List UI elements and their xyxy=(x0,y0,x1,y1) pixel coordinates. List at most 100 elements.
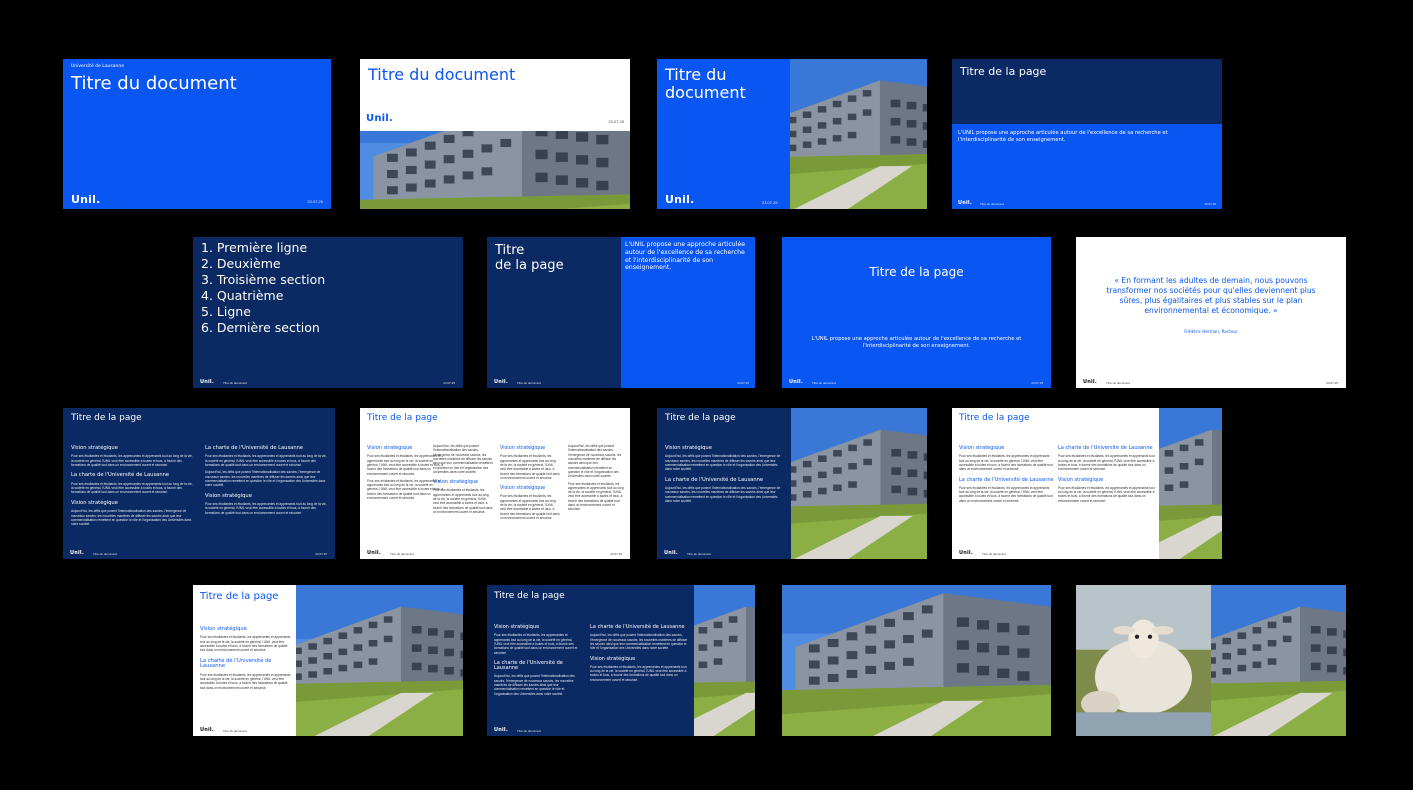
body-text: Aujourd'hui, les défis que posent l'inte… xyxy=(590,633,688,651)
body-text: Pour ses étudiantes et étudiants, les ap… xyxy=(500,454,560,480)
unil-logo: Unil. xyxy=(366,113,393,124)
slide-content-columns-photo[interactable]: Titre de la page Vision stratégique Pour… xyxy=(487,585,755,736)
toc-item-1: 1. Première ligne xyxy=(201,240,308,255)
toc-item-4: 4. Quatrième xyxy=(201,288,284,303)
unil-logo: Unil. xyxy=(665,193,695,206)
slide-title: Titre de la page xyxy=(869,265,964,279)
slide-quote[interactable]: « En formant les adultes de demain, nous… xyxy=(1076,237,1346,388)
body-text: Pour ses étudiantes et étudiants, les ap… xyxy=(71,454,193,468)
unil-logo: Unil. xyxy=(494,727,508,733)
heading-charte: La charte de l'Université de Lausanne xyxy=(665,476,764,483)
unil-logo: Unil. xyxy=(200,727,214,733)
slide-content-two-columns[interactable]: Titre de la page Vision stratégique Pour… xyxy=(63,408,335,559)
slide-table-of-contents[interactable]: 1. Première ligne 2. Deuxième 3. Troisiè… xyxy=(193,237,463,388)
intro-text: L'UNIL propose une approche articulée au… xyxy=(625,241,746,272)
heading-vision: Vision stratégique xyxy=(1058,476,1104,483)
unil-logo: Unil. xyxy=(70,550,84,556)
slide-cover-split-photo[interactable]: Titre du document Unil. 23.07.25 xyxy=(657,59,927,209)
footer-title: Titre du document xyxy=(93,552,118,556)
footer-title: Titre du document xyxy=(812,381,837,385)
unil-logo: Unil. xyxy=(789,379,803,385)
heading-charte: La charte de l'Université de Lausanne xyxy=(1058,445,1153,451)
unil-logo: Unil. xyxy=(959,550,973,556)
heading-vision: Vision stratégique xyxy=(494,624,540,630)
unil-logo: Unil. xyxy=(200,379,214,385)
column-1: Vision stratégique Pour ses étudiantes e… xyxy=(959,440,1055,503)
body-text: Pour ses étudiantes et étudiants, les ap… xyxy=(1058,485,1155,503)
heading-vision: Vision stratégique xyxy=(959,445,1005,451)
column-text: Vision stratégique Pour ses étudiantes e… xyxy=(200,621,292,690)
heading-charte: La charte de l'Université de Lausanne xyxy=(959,476,1054,483)
sheep-photo xyxy=(1076,585,1211,736)
column-left: Vision stratégique Pour ses étudiantes e… xyxy=(71,440,193,526)
footer-title: Titre du document xyxy=(223,729,248,733)
slide-date: 23.07.25 xyxy=(610,552,622,556)
unil-logo: Unil. xyxy=(71,193,101,206)
unil-logo: Unil. xyxy=(1083,379,1097,385)
footer-title: Titre du document xyxy=(517,381,542,385)
body-text: Aujourd'hui, les défis que posent l'inte… xyxy=(433,444,493,474)
slide-date: 23.07.25 xyxy=(737,381,749,385)
slide-full-photo[interactable] xyxy=(782,585,1051,736)
slide-title-centered[interactable]: Titre de la page L'UNIL propose une appr… xyxy=(782,237,1051,388)
body-text: Pour ses étudiantes et étudiants, les ap… xyxy=(959,485,1053,503)
slide-title: Titre de la page xyxy=(665,413,736,423)
unil-logo: Unil. xyxy=(958,200,972,206)
toc-item-2: 2. Deuxième xyxy=(201,256,281,271)
heading-charte: La charte de l'Université de Lausanne xyxy=(590,624,685,630)
slide-content-three-columns[interactable]: Titre de la page Vision stratégique Pour… xyxy=(360,408,630,559)
column-2: La charte de l'Université de Lausanne Au… xyxy=(590,619,690,682)
footer-title: Titre du document xyxy=(1106,381,1131,385)
intro-band: L'UNIL propose une approche articulée au… xyxy=(952,124,1222,209)
footer-title: Titre du document xyxy=(982,552,1007,556)
column-right: La charte de l'Université de Lausanne Po… xyxy=(205,440,327,515)
slide-cover-blue[interactable]: Université de Lausanne Titre du document… xyxy=(63,59,331,209)
column-2: La charte de l'Université de Lausanne Po… xyxy=(1058,440,1156,503)
slide-two-photos[interactable] xyxy=(1076,585,1346,736)
slide-title: Titre de la page xyxy=(71,413,142,423)
slide-date: 23.07.25 xyxy=(307,199,323,204)
campus-photo xyxy=(1159,408,1222,559)
body-text: Pour ses étudiantes et étudiants, les ap… xyxy=(1058,454,1155,472)
intro-panel: L'UNIL propose une approche articulée au… xyxy=(621,237,755,388)
slide-date: 23.07.25 xyxy=(608,119,624,124)
body-text: Pour ses étudiantes et étudiants, les ap… xyxy=(568,481,624,512)
toc-item-3: 3. Troisième section xyxy=(201,272,326,287)
campus-photo xyxy=(782,585,1051,736)
heading-vision: Vision stratégique xyxy=(590,655,636,662)
unil-logo: Unil. xyxy=(367,550,381,556)
intro-text: L'UNIL propose une approche articulée au… xyxy=(811,336,1022,349)
body-text: Aujourd'hui, les défis que posent l'inte… xyxy=(665,486,781,504)
quote-text: « En formant les adultes de demain, nous… xyxy=(1106,276,1316,315)
body-text: Pour ses étudiantes et étudiants, les ap… xyxy=(500,494,560,520)
slide-date: 23.07.25 xyxy=(1326,381,1338,385)
body-text: Pour ses étudiantes et étudiants, les ap… xyxy=(71,481,193,495)
column-2: Aujourd'hui, les défis que posent l'inte… xyxy=(433,444,493,514)
slide-content-photo[interactable]: Titre de la page Vision stratégique Aujo… xyxy=(657,408,927,559)
body-text: Aujourd'hui, les défis que posent l'inte… xyxy=(568,444,622,479)
slide-date: 23.07.25 xyxy=(315,552,327,556)
slide-date: 23.07.25 xyxy=(1204,202,1216,206)
slide-title-intro[interactable]: Titre de la page L'UNIL propose une appr… xyxy=(952,59,1222,209)
slide-content-white-photo[interactable]: Titre de la page Vision stratégique Pour… xyxy=(952,408,1222,559)
slide-title: Titre de la page xyxy=(200,591,279,602)
column-3: Vision stratégique Pour ses étudiantes e… xyxy=(500,440,560,520)
body-text: Aujourd'hui, les défis que posent l'inte… xyxy=(665,454,781,472)
column-4: Aujourd'hui, les défis que posent l'inte… xyxy=(568,444,624,512)
slide-content-large-photo[interactable]: Titre de la page Vision stratégique Pour… xyxy=(193,585,463,736)
body-text: Pour ses étudiantes et étudiants, les ap… xyxy=(590,664,687,682)
slide-title-line2: de la page xyxy=(495,258,564,273)
slide-title-line2: document xyxy=(665,83,746,102)
body-text: Pour ses étudiantes et étudiants, les ap… xyxy=(959,454,1053,472)
slide-cover-white-photo[interactable]: Titre du document Unil. 23.07.25 xyxy=(360,59,630,209)
intro-text: L'UNIL propose une approche articulée au… xyxy=(958,130,1168,143)
campus-photo xyxy=(1211,585,1346,736)
body-text: Aujourd'hui, les défis que posent l'inte… xyxy=(71,509,192,527)
heading-vision: Vision stratégique xyxy=(433,479,479,486)
heading-charte: La charte de l'Université de Lausanne xyxy=(205,445,304,451)
footer-title: Titre du document xyxy=(390,552,415,556)
body-text: Pour ses étudiantes et étudiants, les ap… xyxy=(200,635,291,653)
slide-title: Titre de la page xyxy=(494,591,565,601)
body-text: Pour ses étudiantes et étudiants, les ap… xyxy=(494,633,578,655)
slide-title-split-intro[interactable]: Titre de la page L'UNIL propose une appr… xyxy=(487,237,755,388)
